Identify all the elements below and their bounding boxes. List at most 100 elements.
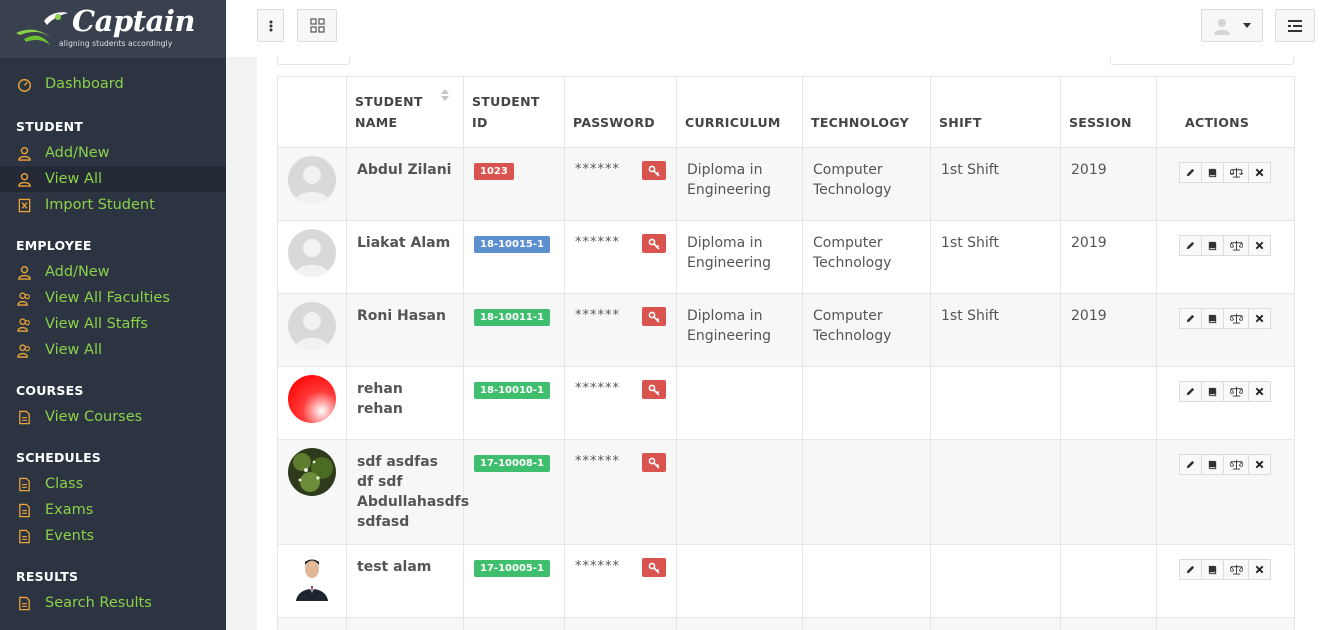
settings-panel-button[interactable] — [1275, 9, 1315, 42]
curriculum-cell: Diploma in Engineering — [676, 293, 803, 367]
session-cell: 2019 — [1060, 147, 1157, 221]
times-icon — [1255, 460, 1264, 469]
length-select-fragment[interactable] — [277, 57, 350, 65]
results-button[interactable] — [1223, 559, 1249, 580]
reset-password-button[interactable] — [642, 453, 666, 472]
header-technology[interactable]: TECHNOLOGY — [802, 76, 931, 148]
delete-button[interactable] — [1248, 559, 1271, 580]
grid-view-button[interactable] — [297, 9, 337, 42]
sidebar-item-class[interactable]: Class — [0, 471, 226, 497]
delete-button[interactable] — [1248, 381, 1271, 402]
edit-button[interactable] — [1179, 454, 1202, 475]
reset-password-button[interactable] — [642, 234, 666, 253]
header-password[interactable]: PASSWORD — [564, 76, 677, 148]
delete-button[interactable] — [1248, 308, 1271, 329]
sidebar-item-label: View All — [45, 171, 102, 187]
search-box-fragment[interactable] — [1110, 57, 1294, 65]
courses-button[interactable] — [1201, 235, 1224, 256]
file-excel-icon — [16, 197, 32, 213]
book-icon — [1208, 387, 1217, 397]
curriculum-cell: Diploma in Engineering — [676, 147, 803, 221]
sidebar: Captain aligning students accordingly Da… — [0, 0, 226, 630]
book-icon — [1208, 241, 1217, 251]
courses-button[interactable] — [1201, 308, 1224, 329]
header-student-name[interactable]: STUDENT NAME — [346, 76, 464, 148]
more-options-button[interactable] — [257, 9, 284, 42]
pencil-icon — [1186, 387, 1195, 396]
avatar — [288, 302, 336, 350]
sidebar-section-student: STUDENT — [16, 118, 83, 134]
brand-title: Captain — [72, 4, 195, 38]
shift-cell — [930, 439, 1061, 545]
key-icon — [648, 311, 660, 323]
sidebar-item-student-add[interactable]: Add/New — [0, 140, 226, 166]
technology-cell — [802, 366, 931, 440]
table-row: rehan rehan 18-10010-1 ****** — [277, 366, 1295, 440]
edit-button[interactable] — [1179, 381, 1202, 402]
edit-button[interactable] — [1179, 308, 1202, 329]
delete-button[interactable] — [1248, 454, 1271, 475]
sidebar-item-search-results[interactable]: Search Results — [0, 590, 226, 616]
brand-tagline: aligning students accordingly — [59, 39, 173, 48]
sidebar-item-student-view-all[interactable]: View All — [0, 166, 226, 192]
courses-button[interactable] — [1201, 162, 1224, 183]
reset-password-button[interactable] — [642, 307, 666, 326]
curriculum-cell: Diploma in Engineering — [676, 220, 803, 294]
student-name: Liakat Alam — [357, 235, 451, 251]
header-avatar — [277, 76, 347, 148]
results-button[interactable] — [1223, 454, 1249, 475]
reset-password-button[interactable] — [642, 558, 666, 577]
sidebar-item-exams[interactable]: Exams — [0, 497, 226, 523]
technology-cell: Computer Technology — [802, 293, 931, 367]
reset-password-button[interactable] — [642, 161, 666, 180]
sidebar-item-label: View All Faculties — [45, 290, 170, 306]
sidebar-item-employee-view-all[interactable]: View All — [0, 337, 226, 363]
edit-button[interactable] — [1179, 235, 1202, 256]
results-button[interactable] — [1223, 308, 1249, 329]
brand-logo[interactable]: Captain aligning students accordingly — [0, 0, 226, 58]
sidebar-item-view-all-staffs[interactable]: View All Staffs — [0, 311, 226, 337]
user-menu-button[interactable] — [1201, 9, 1263, 42]
results-button[interactable] — [1223, 162, 1249, 183]
table-row: Liakat Alam 18-10015-1 ****** Diploma in… — [277, 220, 1295, 294]
pencil-icon — [1186, 460, 1195, 469]
password-mask: ****** — [575, 308, 620, 323]
table-row: sdf asdfas df sdf Abdullahasdfs sdfasd 1… — [277, 439, 1295, 545]
pencil-icon — [1186, 314, 1195, 323]
student-id-badge: 17-10005-1 — [474, 560, 550, 577]
sidebar-item-employee-add[interactable]: Add/New — [0, 259, 226, 285]
results-button[interactable] — [1223, 235, 1249, 256]
header-shift[interactable]: SHIFT — [930, 76, 1061, 148]
courses-button[interactable] — [1201, 454, 1224, 475]
sidebar-item-import-student[interactable]: Import Student — [0, 192, 226, 218]
sidebar-item-label: View All — [45, 342, 102, 358]
sidebar-item-view-courses[interactable]: View Courses — [0, 404, 226, 430]
balance-scale-icon — [1229, 240, 1243, 251]
key-icon — [648, 238, 660, 250]
table-row — [277, 617, 1295, 630]
edit-button[interactable] — [1179, 162, 1202, 183]
courses-button[interactable] — [1201, 559, 1224, 580]
shift-cell: 1st Shift — [930, 147, 1061, 221]
avatar — [288, 156, 336, 204]
user-icon — [16, 171, 32, 187]
users-icon — [16, 290, 32, 306]
sidebar-item-view-all-faculties[interactable]: View All Faculties — [0, 285, 226, 311]
sidebar-item-dashboard[interactable]: Dashboard — [0, 71, 226, 97]
results-button[interactable] — [1223, 381, 1249, 402]
file-icon — [16, 528, 32, 544]
delete-button[interactable] — [1248, 162, 1271, 183]
book-icon — [1208, 565, 1217, 575]
header-curriculum[interactable]: CURRICULUM — [676, 76, 803, 148]
courses-button[interactable] — [1201, 381, 1224, 402]
delete-button[interactable] — [1248, 235, 1271, 256]
edit-button[interactable] — [1179, 559, 1202, 580]
header-student-id[interactable]: STUDENT ID — [463, 76, 565, 148]
sidebar-item-label: Add/New — [45, 145, 110, 161]
user-avatar-icon — [1214, 18, 1230, 35]
avatar — [288, 448, 336, 496]
sidebar-item-events[interactable]: Events — [0, 523, 226, 549]
header-session[interactable]: SESSION — [1060, 76, 1157, 148]
reset-password-button[interactable] — [642, 380, 666, 399]
user-icon — [16, 145, 32, 161]
